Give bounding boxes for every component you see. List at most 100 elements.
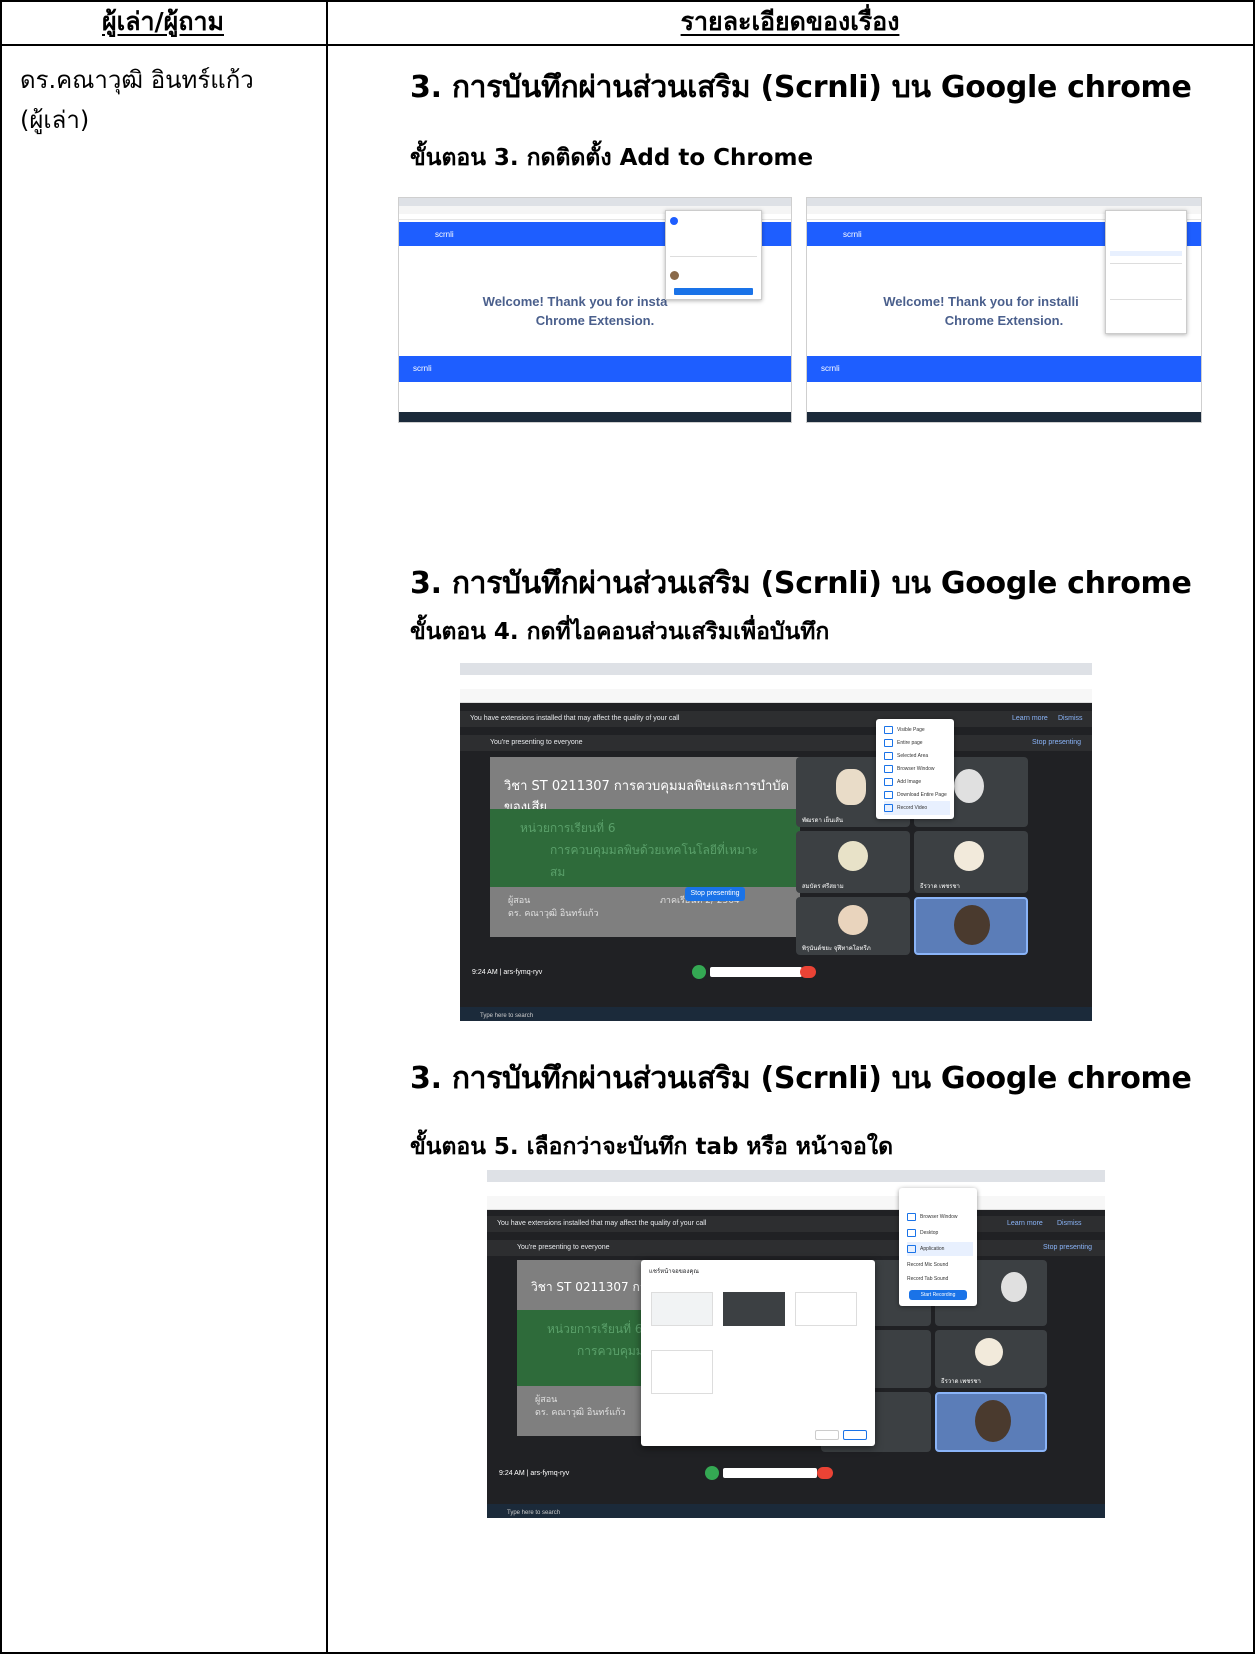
- participant-tile: พิรุนันต์ชยะ จุฬีทาคโอทรีภ: [796, 897, 910, 955]
- menu-application[interactable]: Application: [907, 1242, 973, 1256]
- participant-name: พัฒรดา เย็นเส้น: [802, 818, 844, 824]
- participant-avatar: [1001, 1272, 1027, 1302]
- section-1-title: 3. การบันทึกผ่านส่วนเสริม (Scrnli) บน Go…: [410, 70, 1192, 105]
- self-avatar: [954, 905, 990, 945]
- table-border-left: [0, 0, 2, 1654]
- windows-taskbar: [460, 1007, 1092, 1021]
- mic-button[interactable]: [705, 1466, 719, 1480]
- learn-more-link[interactable]: Learn more: [1007, 1220, 1043, 1227]
- dismiss-link[interactable]: Dismiss: [1058, 715, 1083, 722]
- slide-course-title: วิชา ST 0211307 การควบคุมมลพิษและการบำบั…: [490, 757, 800, 815]
- popup-divider: [670, 256, 757, 257]
- participant-name: ธีรวาด เพชรชา: [920, 884, 960, 890]
- stop-presenting-link[interactable]: Stop presenting: [1043, 1244, 1092, 1251]
- dismiss-link[interactable]: Dismiss: [1057, 1220, 1082, 1227]
- participant-avatar: [954, 769, 984, 803]
- presenting-banner: You're presenting to everyone: [460, 735, 1092, 751]
- extensions-menu-popup: [1105, 210, 1187, 334]
- menu-record-tab-sound[interactable]: Record Tab Sound: [907, 1272, 973, 1286]
- participant-avatar: [838, 905, 868, 935]
- menu-entire-page[interactable]: Entire page: [884, 736, 950, 750]
- self-video-tile: [914, 897, 1028, 955]
- menu-record-mic-sound[interactable]: Record Mic Sound: [907, 1258, 973, 1272]
- scrnli-capture-menu: Visible Page Entire page Selected Area B…: [876, 719, 954, 819]
- menu-browser-window[interactable]: Browser Window: [884, 762, 950, 776]
- popup-divider: [1110, 263, 1182, 264]
- table-border-right: [1253, 0, 1255, 1654]
- browser-bookmarks-bar: [460, 689, 1092, 703]
- screenshot-install-left: scrnli Welcome! Thank you for insta Chro…: [398, 197, 792, 423]
- participant-avatar: [954, 841, 984, 871]
- menu-visible-page[interactable]: Visible Page: [884, 723, 950, 737]
- teller-name: ดร.คณาวุฒิ อินทร์แก้ว: [20, 66, 254, 94]
- dialog-tab-thumbnail[interactable]: [651, 1292, 713, 1326]
- screenshot-install-right: scrnli Welcome! Thank you for installi C…: [806, 197, 1202, 423]
- meeting-time-code: 9:24 AM | ars-fymq-ryv: [472, 969, 543, 976]
- participant-avatar: [975, 1338, 1003, 1366]
- dialog-share-button[interactable]: [843, 1430, 867, 1440]
- browser-tab-strip: [807, 198, 1201, 206]
- screenshot-meet-record-menu: You have extensions installed that may a…: [460, 663, 1092, 1021]
- browser-address-bar: [460, 675, 1092, 689]
- menu-record-video[interactable]: Record Video: [884, 801, 950, 815]
- menu-selected-area[interactable]: Selected Area: [884, 749, 950, 763]
- slide-topic: การควบคุมมลพิษด้วยเทคโนโลยีที่เหมาะสม: [550, 843, 758, 879]
- scrnli-footer-logo: scrnli: [413, 364, 432, 373]
- sharing-chip: [710, 967, 802, 977]
- presented-slide: วิชา ST 0211307 การควบคุมมลพิษและการบำบั…: [490, 757, 800, 937]
- participant-tile: ธีรวาด เพชรชา: [935, 1330, 1047, 1388]
- popup-confirm-button[interactable]: [674, 288, 753, 295]
- slide-lecturer-block: ผู้สอน ดร. คณาวุฒิ อินทร์แก้ว ภาคเรียนที…: [490, 887, 800, 937]
- scrnli-logo: scrnli: [843, 230, 862, 239]
- teller-cell: ดร.คณาวุฒิ อินทร์แก้ว (ผู้เล่า): [20, 60, 254, 140]
- scrnli-footer-banner: [807, 356, 1201, 382]
- welcome-line-2: Chrome Extension.: [535, 313, 655, 328]
- taskbar-search[interactable]: Type here to search: [507, 1510, 560, 1516]
- self-video-tile: [935, 1392, 1047, 1452]
- menu-browser-window[interactable]: Browser Window: [907, 1210, 973, 1224]
- self-avatar: [975, 1400, 1011, 1442]
- table-header-divider: [0, 44, 1255, 46]
- extension-notice: You have extensions installed that may a…: [460, 711, 1092, 727]
- dialog-tab-thumbnail[interactable]: [651, 1350, 713, 1394]
- section-2-step: ขั้นตอน 4. กดที่ไอคอนส่วนเสริมเพื่อบันทึ…: [410, 619, 830, 645]
- slide-unit-block: หน่วยการเรียนที่ 6 การควบคุมมลพิษด้วยเทค…: [490, 809, 800, 887]
- mic-button[interactable]: [692, 965, 706, 979]
- slide-lecturer: ดร. คณาวุฒิ อินทร์แก้ว: [508, 909, 599, 919]
- scrnli-footer-logo: scrnli: [821, 364, 840, 373]
- stop-presenting-button[interactable]: Stop presenting: [685, 887, 745, 901]
- browser-address-bar: [487, 1182, 1105, 1196]
- dialog-title: แชร์หน้าจอของคุณ: [649, 1269, 699, 1275]
- teller-role: (ผู้เล่า): [20, 106, 90, 134]
- popup-divider: [1110, 299, 1182, 300]
- table-border-bottom: [0, 1652, 1255, 1654]
- popup-avatar: [670, 271, 679, 280]
- end-call-button[interactable]: [800, 966, 816, 978]
- scrnli-logo: scrnli: [435, 230, 454, 239]
- dialog-tab-thumbnail[interactable]: [795, 1292, 857, 1326]
- menu-desktop[interactable]: Desktop: [907, 1226, 973, 1240]
- dialog-cancel-button[interactable]: [815, 1430, 839, 1440]
- end-call-button[interactable]: [817, 1467, 833, 1479]
- participant-avatar: [838, 841, 868, 871]
- menu-download-entire-page[interactable]: Download Entire Page: [884, 788, 950, 802]
- table-column-divider: [326, 0, 328, 1654]
- stop-presenting-link[interactable]: Stop presenting: [1032, 739, 1081, 746]
- menu-add-image[interactable]: Add Image: [884, 775, 950, 789]
- popup-extension-icon: [670, 217, 678, 225]
- header-teller-text: ผู้เล่า/ผู้ถาม: [102, 7, 224, 36]
- section-2-title: 3. การบันทึกผ่านส่วนเสริม (Scrnli) บน Go…: [410, 566, 1192, 601]
- dialog-tab-thumbnail[interactable]: [723, 1292, 785, 1326]
- windows-taskbar: [807, 412, 1201, 422]
- sharing-chip: [723, 1468, 817, 1478]
- slide-unit: หน่วยการเรียนที่ 6: [520, 821, 616, 835]
- popup-row: [1110, 251, 1182, 256]
- header-teller: ผู้เล่า/ผู้ถาม: [0, 0, 326, 44]
- start-recording-button[interactable]: Start Recording: [909, 1290, 967, 1300]
- participant-name: ธีรวาด เพชรชา: [941, 1379, 981, 1385]
- section-3-step: ขั้นตอน 5. เลือกว่าจะบันทึก tab หรือ หน้…: [410, 1134, 894, 1160]
- learn-more-link[interactable]: Learn more: [1012, 715, 1048, 722]
- participant-avatar: [836, 769, 866, 805]
- meeting-time-code: 9:24 AM | ars-fymq-ryv: [499, 1470, 570, 1477]
- taskbar-search[interactable]: Type here to search: [480, 1013, 533, 1019]
